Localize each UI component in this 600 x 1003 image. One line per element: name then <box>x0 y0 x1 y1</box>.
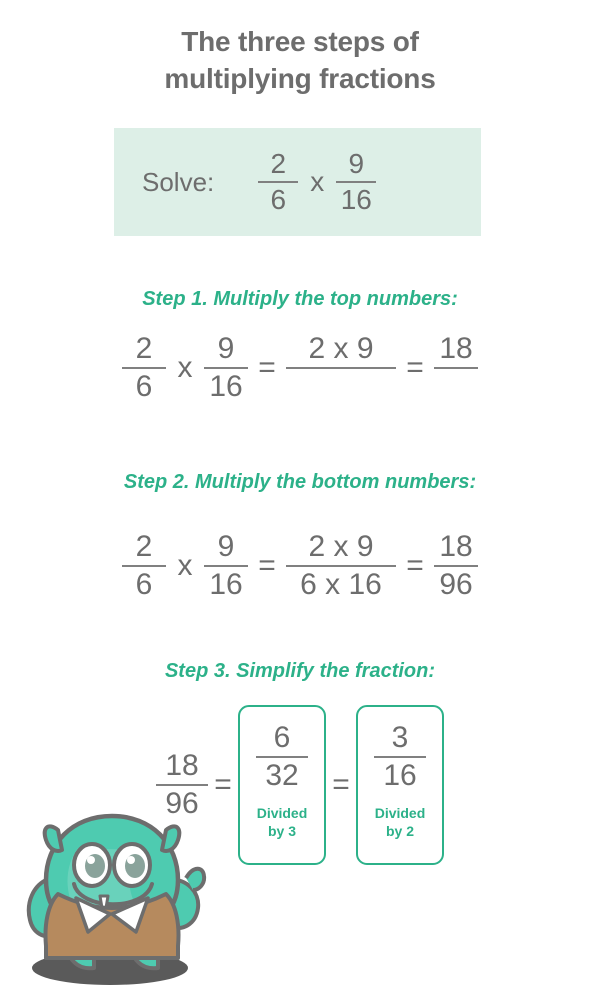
denominator: 96 <box>439 568 473 601</box>
fraction-bar <box>374 756 426 758</box>
step-2-equals-operator-2: = <box>406 549 424 582</box>
fraction-bar <box>286 565 396 567</box>
numerator: 18 <box>439 332 473 365</box>
numerator: 2 <box>135 530 153 563</box>
numerator: 9 <box>217 530 235 563</box>
simplify-box-2-note: Divided by 2 <box>375 805 426 840</box>
solve-expression: 2 6 x 9 16 <box>258 148 377 215</box>
page-title: The three steps of multiplying fractions <box>0 24 600 98</box>
solve-multiply-operator: x <box>310 166 325 197</box>
simplify-box-2: 3 16 Divided by 2 <box>356 705 444 865</box>
numerator: 18 <box>165 749 199 782</box>
step-1-result-fraction: 18 <box>434 334 478 402</box>
fraction-bar <box>204 367 248 369</box>
solve-label: Solve: <box>142 166 215 197</box>
fraction-bar <box>258 181 299 183</box>
simplify-box-1: 6 32 Divided by 3 <box>238 705 326 865</box>
numerator: 18 <box>439 530 473 563</box>
step-1-multiply-operator: x <box>177 351 193 384</box>
numerator: 2 x 9 <box>308 332 374 365</box>
denominator: 6 <box>135 370 153 403</box>
fraction-bar <box>256 756 308 758</box>
fraction-bar <box>336 181 377 183</box>
page-title-line-1: The three steps of <box>181 26 419 57</box>
step-2-result-fraction: 18 96 <box>434 532 478 600</box>
fraction-bar <box>156 784 208 786</box>
step-1-fraction-a: 2 6 <box>122 334 166 402</box>
step-3-equals-operator-2: = <box>332 768 350 801</box>
numerator: 6 <box>273 721 291 754</box>
step-1-fraction-b: 9 16 <box>204 334 248 402</box>
fraction-bar <box>122 367 166 369</box>
fraction-bar <box>434 565 478 567</box>
simplify-box-1-fraction: 6 32 <box>256 723 308 791</box>
solve-fraction-a: 2 6 <box>258 148 299 215</box>
step-2-equals-operator-1: = <box>258 549 276 582</box>
step-2-equation: 2 6 x 9 16 = 2 x 9 6 x 16 = 18 96 <box>0 522 600 610</box>
step-2-product-fraction: 2 x 9 6 x 16 <box>286 532 396 600</box>
denominator: 16 <box>383 759 417 792</box>
mascot-right-ear <box>160 824 182 853</box>
denominator: 16 <box>340 184 372 215</box>
step-2-fraction-b: 9 16 <box>204 532 248 600</box>
denominator: 16 <box>209 568 243 601</box>
step-1-equals-operator-1: = <box>258 351 276 384</box>
note-line-2: by 2 <box>385 822 414 839</box>
page-title-line-2: multiplying fractions <box>164 62 436 94</box>
step-1-heading: Step 1. Multiply the top numbers: <box>142 288 458 310</box>
solve-panel: Solve: 2 6 x 9 16 <box>114 128 481 236</box>
numerator: 2 <box>135 332 153 365</box>
fraction-bar <box>122 565 166 567</box>
step-1-product-fraction: 2 x 9 <box>286 334 396 402</box>
denominator: 6 x 16 <box>300 568 382 601</box>
mascot-right-eye-glint <box>127 856 135 864</box>
monster-mascot-illustration <box>26 813 207 985</box>
numerator: 2 x 9 <box>308 530 374 563</box>
note-line-1: Divided <box>374 805 426 821</box>
simplify-box-2-fraction: 3 16 <box>374 723 426 791</box>
step-2-heading: Step 2. Multiply the bottom numbers: <box>123 471 477 493</box>
step-3-heading: Step 3. Simplify the fraction: <box>164 660 436 682</box>
fraction-bar <box>204 565 248 567</box>
note-line-1: Divided <box>256 805 308 821</box>
step-1-equation: 2 6 x 9 16 = 2 x 9 = 18 <box>0 328 600 408</box>
numerator: 9 <box>217 332 235 365</box>
step-2-fraction-a: 2 6 <box>122 532 166 600</box>
step-1-equals-operator-2: = <box>406 351 424 384</box>
mascot-left-ear <box>42 824 64 853</box>
simplify-box-1-note: Divided by 3 <box>257 805 308 840</box>
denominator: 32 <box>265 759 299 792</box>
note-line-2: by 3 <box>267 822 296 839</box>
denominator: 6 <box>270 184 287 215</box>
mascot-left-eye-glint <box>87 856 95 864</box>
denominator: 16 <box>209 370 243 403</box>
fraction-bar <box>434 367 478 369</box>
numerator: 3 <box>391 721 409 754</box>
solve-fraction-b: 9 16 <box>336 148 377 215</box>
denominator: 6 <box>135 568 153 601</box>
step-2-multiply-operator: x <box>177 549 193 582</box>
numerator: 9 <box>348 148 365 179</box>
step-3-equals-operator-1: = <box>214 768 232 801</box>
fraction-bar <box>286 367 396 369</box>
numerator: 2 <box>270 148 287 179</box>
